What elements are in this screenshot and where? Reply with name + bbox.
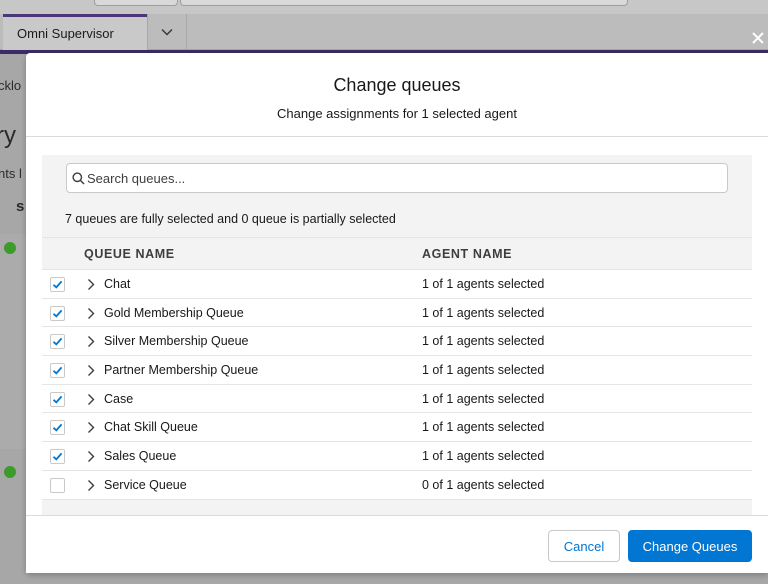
close-modal-button[interactable]: [748, 28, 768, 48]
check-icon: [52, 338, 63, 347]
tab-menu-button[interactable]: [147, 14, 187, 50]
app-tab-bar: Omni Supervisor: [0, 14, 768, 50]
status-online-icon: [4, 466, 16, 478]
check-icon: [52, 280, 63, 289]
expand-row-button[interactable]: [86, 421, 96, 434]
search-box: [66, 163, 728, 193]
row-checkbox[interactable]: [50, 391, 65, 407]
row-checkbox[interactable]: [50, 420, 65, 436]
check-icon: [52, 452, 63, 461]
queue-table: QUEUE NAME AGENT NAME Chat 1 of 1 agents …: [42, 237, 752, 500]
table-row[interactable]: Chat 1 of 1 agents selected: [42, 270, 752, 299]
queue-name: Gold Membership Queue: [104, 305, 244, 320]
chevron-right-icon: [88, 365, 95, 377]
modal-footer: Cancel Change Queues: [26, 515, 768, 573]
agent-selection-count: 1 of 1 agents selected: [422, 420, 545, 435]
table-header: QUEUE NAME AGENT NAME: [42, 237, 752, 270]
agent-selection-count: 1 of 1 agents selected: [422, 363, 545, 378]
tab-label: Omni Supervisor: [17, 26, 114, 41]
modal-subtitle: Change assignments for 1 selected agent: [277, 106, 517, 121]
status-online-icon: [4, 242, 16, 254]
check-icon: [52, 424, 63, 433]
chevron-right-icon: [88, 479, 95, 491]
modal-title: Change queues: [333, 75, 461, 95]
table-row[interactable]: Case 1 of 1 agents selected: [42, 384, 752, 414]
chevron-right-icon: [88, 279, 95, 290]
agent-selection-count: 1 of 1 agents selected: [422, 449, 545, 464]
app-top-control[interactable]: [94, 0, 178, 6]
table-body: Chat 1 of 1 agents selected Gold Membershi…: [42, 270, 752, 500]
background-text: nts l: [0, 166, 22, 181]
chevron-right-icon: [88, 393, 95, 405]
table-row[interactable]: Sales Queue 1 of 1 agents selected: [42, 442, 752, 471]
row-checkbox[interactable]: [50, 363, 65, 379]
agent-selection-count: 1 of 1 agents selected: [422, 334, 545, 349]
expand-row-button[interactable]: [86, 335, 96, 348]
search-queues-input[interactable]: [87, 164, 717, 192]
table-row[interactable]: Chat Skill Queue 1 of 1 agents selected: [42, 413, 752, 443]
expand-row-button[interactable]: [86, 278, 96, 291]
agent-selection-count: 1 of 1 agents selected: [422, 391, 545, 406]
expand-row-button[interactable]: [86, 307, 96, 320]
queue-name: Partner Membership Queue: [104, 363, 259, 378]
check-icon: [52, 309, 63, 318]
check-icon: [52, 366, 63, 375]
search-icon: [72, 172, 85, 185]
row-checkbox[interactable]: [50, 305, 65, 321]
queue-name: Chat: [104, 277, 131, 291]
selection-summary: 7 queues are fully selected and 0 queue …: [65, 212, 396, 226]
expand-row-button[interactable]: [86, 364, 96, 377]
chevron-right-icon: [88, 422, 95, 434]
expand-row-button[interactable]: [86, 479, 96, 492]
table-row[interactable]: Partner Membership Queue 1 of 1 agents se…: [42, 356, 752, 385]
check-icon: [52, 395, 63, 404]
chevron-right-icon: [88, 336, 95, 348]
agent-selection-count: 1 of 1 agents selected: [422, 305, 545, 320]
table-row[interactable]: Silver Membership Queue 1 of 1 agents sel…: [42, 327, 752, 357]
change-queues-button[interactable]: Change Queues: [628, 530, 752, 562]
row-checkbox[interactable]: [50, 334, 65, 350]
column-header-agent-name: AGENT NAME: [422, 247, 513, 261]
background-heading: ry: [0, 122, 16, 149]
table-row[interactable]: Service Queue 0 of 1 agents selected: [42, 470, 752, 500]
modal-header: Change queues Change assignments for 1 s…: [26, 53, 768, 137]
app-left-panel: [0, 234, 26, 449]
background-text: s: [16, 198, 25, 215]
chevron-down-icon: [161, 29, 173, 36]
row-checkbox[interactable]: [50, 477, 65, 493]
agent-selection-count: 1 of 1 agents selected: [422, 277, 545, 291]
modal-content: 7 queues are fully selected and 0 queue …: [42, 155, 752, 516]
table-row[interactable]: Gold Membership Queue 1 of 1 agents selec…: [42, 298, 752, 328]
background-text: cklo: [0, 78, 22, 93]
expand-row-button[interactable]: [86, 393, 96, 406]
queue-name: Chat Skill Queue: [104, 420, 198, 435]
chevron-right-icon: [88, 451, 95, 463]
close-icon: [752, 32, 764, 44]
queue-name: Service Queue: [104, 477, 187, 492]
queue-name: Silver Membership Queue: [104, 334, 249, 349]
agent-selection-count: 0 of 1 agents selected: [422, 477, 545, 492]
queue-name: Case: [104, 391, 134, 406]
tab-omni-supervisor[interactable]: Omni Supervisor: [3, 14, 147, 50]
app-top-bar: [0, 0, 768, 14]
queue-name: Sales Queue: [104, 449, 177, 464]
chevron-right-icon: [88, 307, 95, 319]
change-queues-modal: Change queues Change assignments for 1 s…: [26, 53, 768, 573]
cancel-button[interactable]: Cancel: [548, 530, 620, 562]
app-search-bar[interactable]: [180, 0, 628, 6]
row-checkbox[interactable]: [50, 449, 65, 465]
expand-row-button[interactable]: [86, 450, 96, 463]
row-checkbox[interactable]: [50, 277, 65, 292]
column-header-queue-name: QUEUE NAME: [84, 247, 175, 261]
